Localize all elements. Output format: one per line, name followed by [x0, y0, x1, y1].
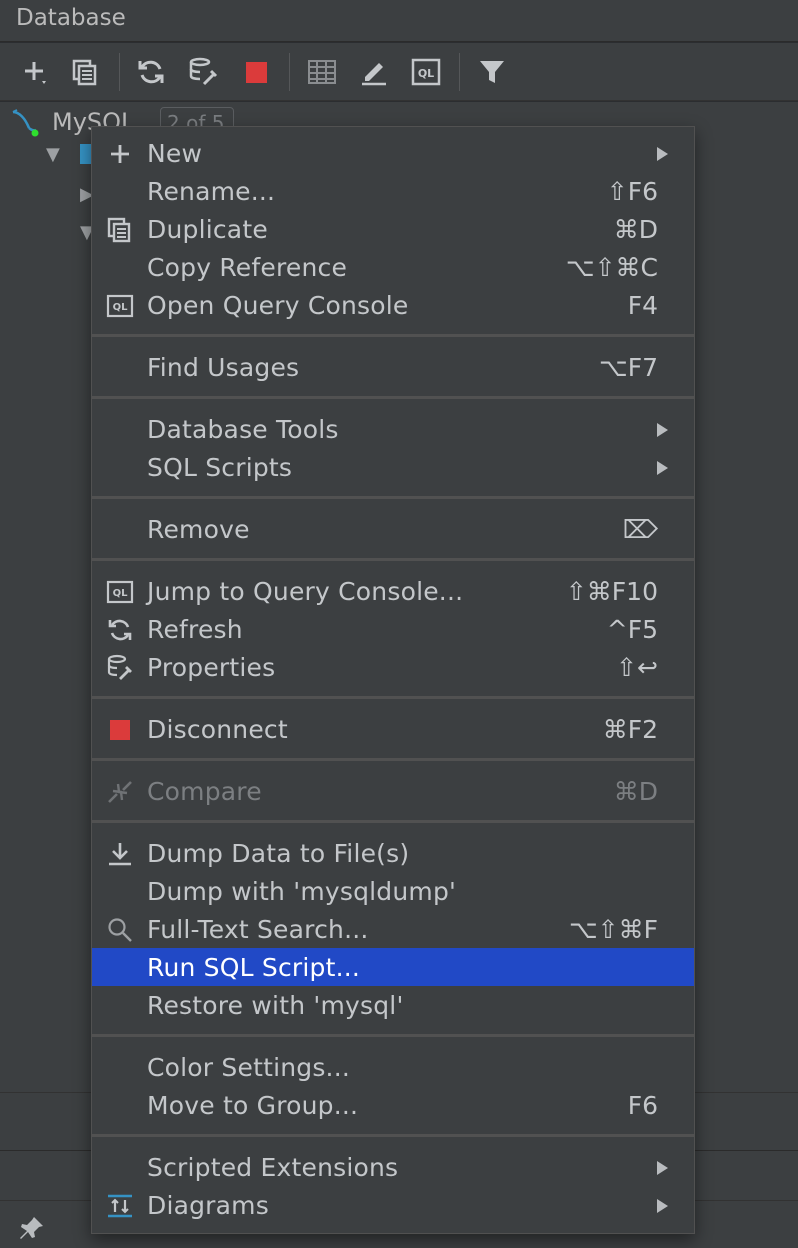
mysql-icon [10, 106, 40, 142]
filter-icon[interactable] [475, 55, 509, 89]
download-icon [106, 841, 134, 867]
compare-icon [106, 779, 134, 805]
search-icon [106, 917, 134, 943]
toolbar: QL [0, 43, 798, 101]
properties-icon [106, 654, 134, 681]
menu-item-restore-mysql[interactable]: Restore with 'mysql' [92, 986, 694, 1024]
ql-console-icon: QL [106, 579, 134, 605]
menu-separator [92, 496, 694, 499]
menu-separator [92, 1134, 694, 1137]
svg-text:QL: QL [418, 67, 434, 80]
menu-item-jump-to-query-console[interactable]: QL Jump to Query Console... ⇧⌘F10 [92, 572, 694, 610]
menu-separator [92, 334, 694, 337]
submenu-arrow-icon [657, 423, 668, 437]
menu-separator [92, 396, 694, 399]
menu-item-dump-data[interactable]: Dump Data to File(s) [92, 834, 694, 872]
menu-item-run-sql-script[interactable]: Run SQL Script... [92, 948, 694, 986]
properties-icon[interactable] [187, 55, 221, 89]
submenu-arrow-icon [657, 1161, 668, 1175]
menu-item-dump-mysqldump[interactable]: Dump with 'mysqldump' [92, 872, 694, 910]
context-menu: New Rename... ⇧F6 Duplicate ⌘D Copy Refe… [91, 126, 695, 1234]
menu-separator [92, 558, 694, 561]
menu-item-duplicate[interactable]: Duplicate ⌘D [92, 210, 694, 248]
table-icon[interactable] [305, 55, 339, 89]
menu-item-full-text-search[interactable]: Full-Text Search... ⌥⇧⌘F [92, 910, 694, 948]
delete-key-icon: ⌦ [622, 515, 658, 544]
menu-item-properties[interactable]: Properties ⇧↩ [92, 648, 694, 686]
menu-separator [92, 820, 694, 823]
menu-item-compare[interactable]: Compare ⌘D [92, 772, 694, 810]
menu-item-find-usages[interactable]: Find Usages ⌥F7 [92, 348, 694, 386]
menu-item-copy-reference[interactable]: Copy Reference ⌥⇧⌘C [92, 248, 694, 286]
pin-icon[interactable] [18, 1214, 46, 1246]
stop-icon [106, 717, 134, 743]
menu-separator [92, 758, 694, 761]
ql-console-icon: QL [106, 293, 134, 319]
stop-icon[interactable] [239, 55, 273, 89]
menu-separator [92, 1034, 694, 1037]
menu-separator [92, 696, 694, 699]
menu-item-diagrams[interactable]: Diagrams [92, 1186, 694, 1224]
menu-item-color-settings[interactable]: Color Settings... [92, 1048, 694, 1086]
chevron-down-icon[interactable]: ▼ [46, 144, 60, 165]
refresh-icon [106, 617, 134, 643]
duplicate-icon [106, 217, 134, 243]
ql-console-icon[interactable]: QL [409, 55, 443, 89]
diagram-icon [106, 1193, 134, 1219]
duplicate-icon[interactable] [68, 55, 102, 89]
submenu-arrow-icon [657, 147, 668, 161]
panel-header: Database [0, 0, 798, 42]
refresh-icon[interactable] [134, 55, 168, 89]
plus-icon [106, 141, 134, 167]
panel-title: Database [16, 5, 126, 31]
menu-item-remove[interactable]: Remove ⌦ [92, 510, 694, 548]
menu-item-disconnect[interactable]: Disconnect ⌘F2 [92, 710, 694, 748]
menu-item-rename[interactable]: Rename... ⇧F6 [92, 172, 694, 210]
submenu-arrow-icon [657, 1199, 668, 1213]
menu-item-scripted-extensions[interactable]: Scripted Extensions [92, 1148, 694, 1186]
menu-item-open-query-console[interactable]: QL Open Query Console F4 [92, 286, 694, 324]
add-icon[interactable] [18, 55, 52, 89]
edit-icon[interactable] [357, 55, 391, 89]
menu-item-move-to-group[interactable]: Move to Group... F6 [92, 1086, 694, 1124]
menu-item-refresh[interactable]: Refresh ^F5 [92, 610, 694, 648]
menu-item-database-tools[interactable]: Database Tools [92, 410, 694, 448]
menu-item-new[interactable]: New [92, 134, 694, 172]
submenu-arrow-icon [657, 461, 668, 475]
menu-item-sql-scripts[interactable]: SQL Scripts [92, 448, 694, 486]
svg-text:QL: QL [113, 302, 129, 313]
svg-text:QL: QL [113, 588, 129, 599]
